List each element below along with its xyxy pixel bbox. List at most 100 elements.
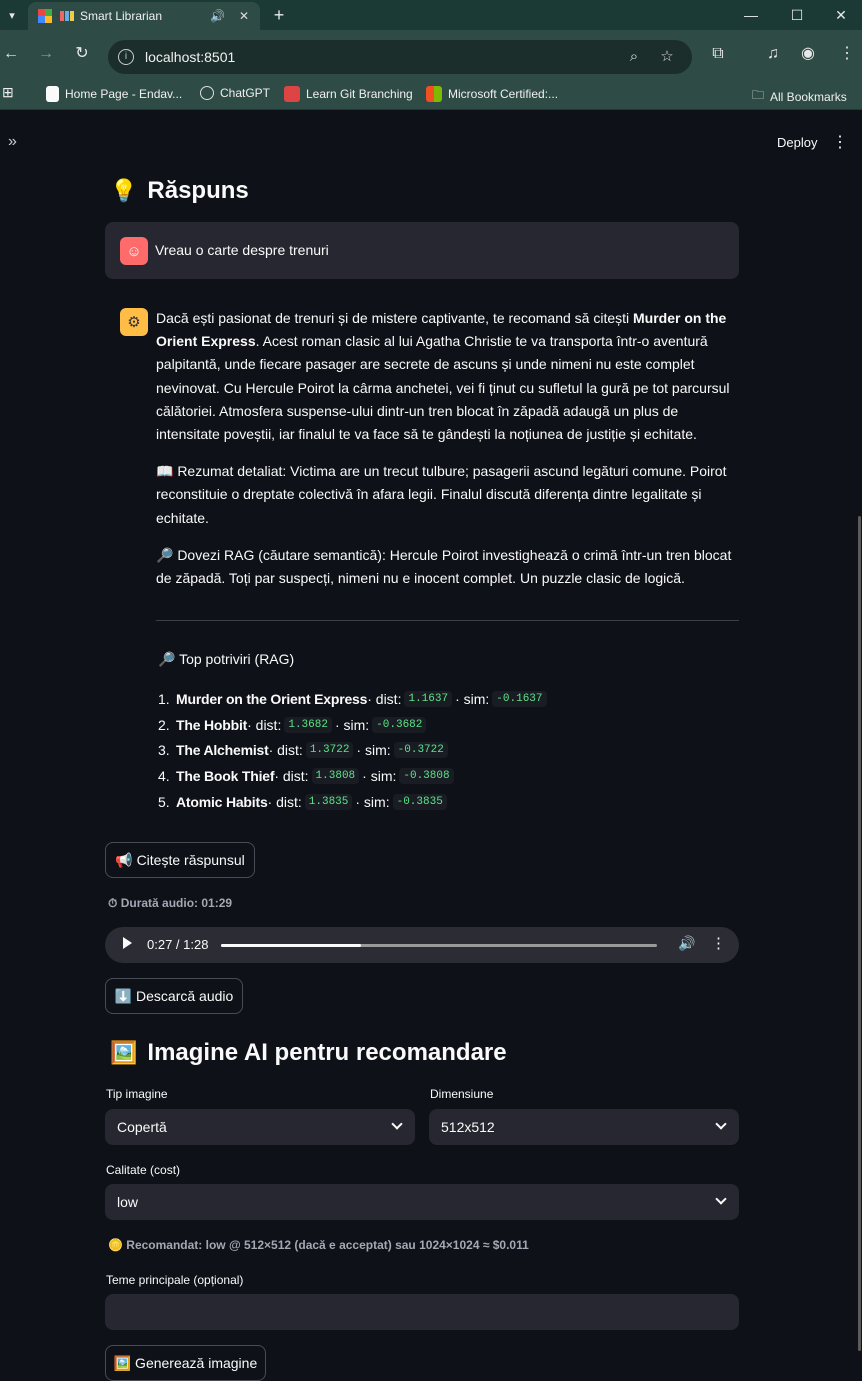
new-tab-button[interactable]: + — [268, 4, 290, 26]
download-audio-button[interactable]: ⬇️ Descarcă audio — [105, 978, 243, 1014]
sim-value: -0.3722 — [393, 742, 448, 759]
media-control-icon[interactable]: ♫ — [762, 43, 784, 65]
bookmark-label: Learn Git Branching — [306, 87, 413, 101]
picture-icon: 🖼️ — [110, 1040, 138, 1065]
maximize-icon[interactable]: ☐ — [774, 0, 820, 30]
address-bar[interactable]: i localhost:8501 ⌕ ☆ — [108, 40, 692, 74]
audio-player: 0:27 / 1:28 🔊 ⋮ — [105, 927, 739, 963]
tab-search-chevron-icon[interactable]: ▾ — [0, 0, 24, 30]
browser-tab[interactable]: Smart Librarian 🔊 ✕ — [28, 2, 260, 30]
deploy-button[interactable]: Deploy — [777, 135, 817, 150]
bookmark-label: ChatGPT — [220, 86, 271, 100]
match-title: Atomic Habits — [176, 794, 268, 811]
match-title: The Hobbit — [176, 716, 248, 733]
document-icon — [46, 86, 59, 102]
match-item: 3. The Alchemist · dist: 1.3722 · sim: -0… — [158, 738, 718, 764]
play-icon[interactable] — [123, 937, 132, 949]
chevron-down-icon — [715, 1118, 727, 1130]
bookmark-star-icon[interactable]: ☆ — [657, 47, 677, 67]
match-item: 5. Atomic Habits · dist: 1.3835 · sim: -0… — [158, 789, 718, 815]
expand-sidebar-icon[interactable]: » — [8, 133, 17, 151]
top-matches-list: 1. Murder on the Orient Express · dist: 1… — [158, 686, 718, 815]
sim-label: · sim: — [362, 768, 397, 785]
match-item: 2. The Hobbit · dist: 1.3682 · sim: -0.36… — [158, 712, 718, 738]
detailed-summary: 📖 Rezumat detaliat: Victima are un trecu… — [156, 463, 727, 526]
dimension-label: Dimensiune — [430, 1087, 494, 1101]
assistant-avatar-icon: ⚙ — [120, 308, 148, 336]
quality-select[interactable]: low — [105, 1184, 739, 1220]
audio-time: 0:27 / 1:28 — [147, 937, 209, 952]
audio-duration: ⏱ Durată audio: 01:29 — [108, 896, 233, 910]
match-title: The Book Thief — [176, 768, 275, 785]
forward-icon[interactable]: → — [35, 43, 57, 65]
bookmarks-bar: ⊞ Home Page - Endav... ChatGPT Learn Git… — [0, 78, 862, 110]
all-bookmarks[interactable]: 🗀 All Bookmarks — [752, 86, 847, 107]
rag-evidence: 🔎 Dovezi RAG (căutare semantică): Hercul… — [156, 546, 732, 587]
browser-menu-icon[interactable]: ⋮ — [836, 43, 858, 65]
lightbulb-icon: 💡 — [110, 178, 138, 203]
user-chat-message: ☺ Vreau o carte despre trenuri — [105, 222, 739, 279]
bookmark-home-page[interactable]: Home Page - Endav... — [46, 86, 182, 102]
audio-progress-fill — [221, 944, 361, 947]
extensions-icon[interactable]: ⧉ — [707, 43, 729, 65]
read-response-button[interactable]: 📢 Citește răspunsul — [105, 842, 255, 878]
dist-value: 1.3835 — [304, 794, 353, 811]
bookmark-microsoft[interactable]: Microsoft Certified:... — [426, 86, 558, 102]
sim-label: · sim: — [356, 742, 391, 759]
dist-value: 1.3682 — [284, 716, 332, 733]
site-info-icon[interactable]: i — [118, 49, 134, 65]
volume-icon[interactable]: 🔊 — [678, 935, 695, 952]
sim-label: · sim: — [355, 794, 390, 811]
dimension-select[interactable]: 512x512 — [429, 1109, 739, 1145]
chatgpt-icon — [200, 86, 214, 100]
close-tab-icon[interactable]: ✕ — [236, 9, 252, 23]
divider — [156, 620, 739, 621]
books-favicon-icon — [60, 9, 74, 23]
generate-image-button[interactable]: 🖼️ Generează imagine — [105, 1345, 266, 1381]
tab-title: Smart Librarian — [80, 9, 163, 23]
url-text[interactable]: localhost:8501 — [145, 49, 235, 65]
profile-icon[interactable]: ◉ — [797, 43, 819, 65]
close-window-icon[interactable]: ✕ — [818, 0, 862, 30]
match-number: 3. — [158, 742, 170, 759]
back-icon[interactable]: ← — [0, 43, 22, 65]
image-type-select[interactable]: Copertă — [105, 1109, 415, 1145]
sim-value: -0.3835 — [392, 794, 447, 811]
match-number: 4. — [158, 768, 170, 785]
zoom-search-icon[interactable]: ⌕ — [624, 47, 644, 67]
minimize-icon[interactable]: — — [728, 0, 774, 30]
match-number: 1. — [158, 690, 170, 707]
audio-seek-bar[interactable] — [221, 944, 657, 947]
dist-label: · dist: — [274, 768, 309, 785]
bookmark-label: Microsoft Certified:... — [448, 87, 559, 101]
chevron-down-icon — [715, 1193, 727, 1205]
themes-input[interactable] — [105, 1294, 739, 1330]
bookmark-label: Home Page - Endav... — [65, 87, 183, 101]
image-type-label: Tip imagine — [106, 1087, 168, 1101]
folder-icon: 🗀 — [752, 88, 765, 102]
bookmark-learn-git[interactable]: Learn Git Branching — [284, 86, 413, 102]
image-heading: 🖼️ Imagine AI pentru recomandare — [110, 1039, 507, 1067]
app-main: » Deploy ⋮ 💡 Răspuns ☺ Vreau o carte des… — [0, 111, 862, 1381]
recommendation-text-end: . Acest roman clasic al lui Agatha Chris… — [156, 333, 730, 443]
apps-grid-icon[interactable]: ⊞ — [2, 84, 14, 101]
bookmark-chatgpt[interactable]: ChatGPT — [200, 86, 270, 100]
match-title: Murder on the Orient Express — [176, 690, 368, 707]
user-avatar-icon: ☺ — [120, 237, 148, 265]
sim-label: · sim: — [334, 716, 370, 733]
git-branch-icon — [284, 86, 300, 102]
quality-label: Calitate (cost) — [106, 1163, 181, 1177]
response-heading: 💡 Răspuns — [110, 177, 249, 205]
chevron-down-icon — [391, 1118, 403, 1130]
dist-value: 1.3808 — [311, 768, 360, 785]
match-number: 2. — [158, 716, 170, 733]
browser-tab-bar: ▾ Smart Librarian 🔊 ✕ + — ☐ ✕ — [0, 0, 862, 30]
audio-more-icon[interactable]: ⋮ — [711, 934, 726, 952]
main-menu-icon[interactable]: ⋮ — [832, 132, 848, 152]
reload-icon[interactable]: ↻ — [71, 43, 93, 65]
speaker-icon[interactable]: 🔊 — [210, 9, 226, 23]
image-heading-text: Imagine AI pentru recomandare — [147, 1039, 507, 1066]
scrollbar-thumb[interactable] — [858, 516, 861, 1351]
microsoft-logo-icon — [426, 86, 442, 102]
image-type-value: Copertă — [117, 1119, 167, 1135]
